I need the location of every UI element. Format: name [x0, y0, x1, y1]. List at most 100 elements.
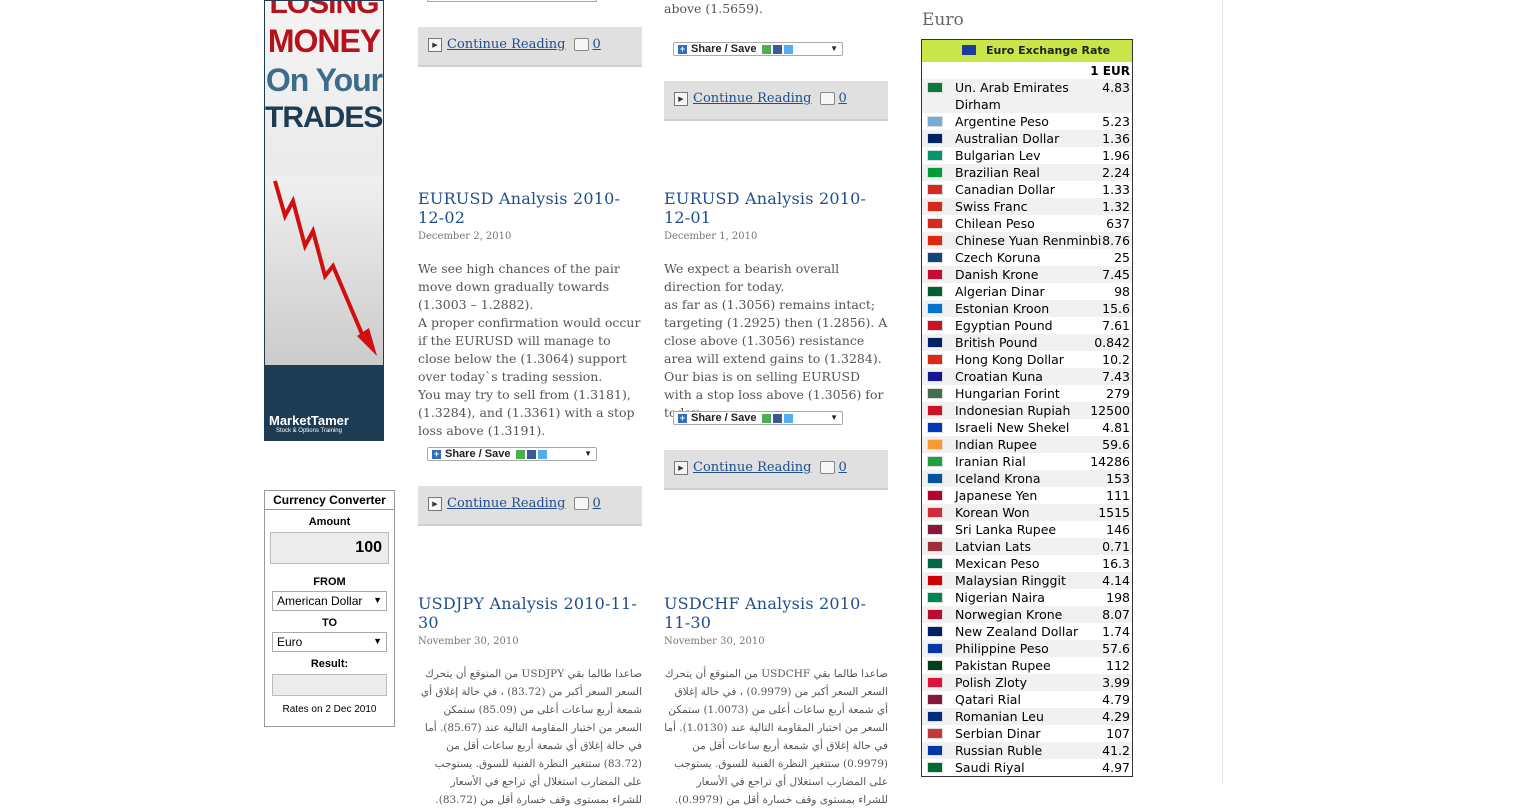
rate-value: 7.61	[1102, 318, 1130, 333]
flag-icon	[927, 371, 943, 382]
post-title[interactable]: USDCHF Analysis 2010-11-30	[664, 594, 888, 632]
post-tail-text: above (1.5659).	[664, 1, 763, 16]
flag-icon	[927, 728, 943, 739]
rate-currency: Argentine Peso	[927, 113, 1049, 130]
flag-icon	[927, 388, 943, 399]
rate-value: 4.97	[1102, 760, 1130, 775]
post-title[interactable]: EURUSD Analysis 2010-12-01	[664, 189, 888, 227]
rate-currency: British Pound	[927, 334, 1038, 351]
share-bar-top-left[interactable]	[427, 0, 597, 2]
post-date: November 30, 2010	[418, 636, 519, 647]
rate-currency-name: Polish Zloty	[955, 675, 1028, 690]
comment-icon[interactable]	[573, 38, 589, 51]
rate-currency-name: Hungarian Forint	[955, 386, 1060, 401]
post-body-arabic: صاعدا طالما بقي USDJPY من المتوقع أن يتح…	[420, 668, 642, 806]
flag-icon	[927, 252, 943, 263]
rate-row: Malaysian Ringgit 4.14	[922, 572, 1132, 589]
plus-icon: +	[432, 448, 441, 459]
flag-icon	[927, 405, 943, 416]
play-icon: ▶	[428, 496, 442, 511]
rate-currency: Qatari Rial	[927, 691, 1021, 708]
rate-value: 0.71	[1102, 539, 1130, 554]
flag-icon	[927, 745, 943, 756]
flag-icon	[927, 609, 943, 620]
ad-line4-mark: ?	[382, 101, 383, 134]
post-usdchf-2010-11-30: USDCHF Analysis 2010-11-30 November 30, …	[664, 594, 888, 809]
post-paragraph: We expect a bearish overall direction fo…	[664, 261, 840, 294]
share-save-button[interactable]: + Share / Save ▼	[673, 411, 843, 425]
continue-reading-link[interactable]: Continue Reading	[693, 460, 812, 475]
continue-reading-link[interactable]: Continue Reading	[447, 496, 566, 511]
currency-converter: Currency Converter Amount 100 FROM Ameri…	[264, 490, 395, 727]
rate-value: 1.36	[1102, 131, 1130, 146]
rate-currency: Saudi Riyal	[927, 759, 1025, 776]
comment-count[interactable]: 0	[593, 496, 601, 511]
rate-currency-name: Estonian Kroon	[955, 301, 1050, 316]
rate-value: 4.79	[1102, 692, 1130, 707]
flag-icon	[927, 592, 943, 603]
to-select-value: Euro	[277, 635, 303, 649]
amount-input[interactable]: 100	[270, 532, 389, 564]
flag-icon	[927, 82, 943, 93]
rate-currency: Indian Rupee	[927, 436, 1037, 453]
continue-reading-link[interactable]: Continue Reading	[693, 91, 812, 106]
rate-row: Croatian Kuna 7.43	[922, 368, 1132, 385]
rate-value: 637	[1106, 216, 1130, 231]
rate-currency-name: Argentine Peso	[955, 114, 1049, 129]
continue-reading-link[interactable]: Continue Reading	[447, 37, 566, 52]
rate-currency: Latvian Lats	[927, 538, 1031, 555]
share-icon	[515, 449, 525, 459]
comment-icon[interactable]	[819, 92, 835, 105]
post-title[interactable]: USDJPY Analysis 2010-11-30	[418, 594, 642, 632]
comment-count[interactable]: 0	[839, 91, 847, 106]
from-select-value: American Dollar	[277, 594, 363, 608]
plus-icon: +	[678, 43, 687, 54]
rate-currency: Hungarian Forint	[927, 385, 1060, 402]
result-field[interactable]	[272, 674, 387, 696]
flag-icon	[927, 575, 943, 586]
rate-currency-name: Danish Krone	[955, 267, 1039, 282]
rate-currency-name: Brazilian Real	[955, 165, 1040, 180]
rate-currency-name: Australian Dollar	[955, 131, 1060, 146]
continue-bar: ▶ Continue Reading 0	[418, 486, 642, 526]
rate-currency: Polish Zloty	[927, 674, 1027, 691]
amount-label: Amount	[308, 516, 351, 528]
comment-icon[interactable]	[573, 497, 589, 510]
post-title[interactable]: EURUSD Analysis 2010-12-02	[418, 189, 642, 227]
flag-icon	[927, 116, 943, 127]
ad-banner[interactable]: LOSING MONEY On Your TRADES? MarketTamer…	[264, 0, 384, 441]
rate-currency-name: New Zealand Dollar	[955, 624, 1079, 639]
rate-currency-name: Japanese Yen	[955, 488, 1038, 503]
rate-currency-name: Chinese Yuan Renminbi	[955, 233, 1102, 248]
rate-currency-name: Sri Lanka Rupee	[955, 522, 1057, 537]
rate-currency-name: Algerian Dinar	[955, 284, 1045, 299]
rate-value: 2.24	[1102, 165, 1130, 180]
rate-currency: Malaysian Ringgit	[927, 572, 1066, 589]
rate-currency: Danish Krone	[927, 266, 1038, 283]
rate-currency-name: Indonesian Rupiah	[955, 403, 1071, 418]
rate-value: 7.43	[1102, 369, 1130, 384]
flag-icon	[927, 660, 943, 671]
rate-value: 41.2	[1102, 743, 1130, 758]
rate-currency: Pakistan Rupee	[927, 657, 1051, 674]
rate-value: 4.14	[1102, 573, 1130, 588]
share-save-button[interactable]: + Share / Save ▼	[427, 447, 597, 461]
rate-currency-name: Latvian Lats	[955, 539, 1031, 554]
rate-value: 153	[1106, 471, 1130, 486]
rate-row: Serbian Dinar 107	[922, 725, 1132, 742]
flag-icon	[927, 286, 943, 297]
ad-arrow-graphic	[273, 180, 377, 356]
ad-line3: On Your	[265, 62, 383, 98]
comment-icon[interactable]	[819, 461, 835, 474]
share-save-button[interactable]: + Share / Save ▼	[673, 42, 843, 56]
rate-currency-name: Czech Koruna	[955, 250, 1041, 265]
rate-row: Algerian Dinar 98	[922, 283, 1132, 300]
to-select[interactable]: Euro ▼	[272, 632, 387, 652]
rate-value: 111	[1106, 488, 1130, 503]
from-select[interactable]: American Dollar ▼	[272, 591, 387, 611]
comment-count[interactable]: 0	[593, 37, 601, 52]
rate-value: 1.74	[1102, 624, 1130, 639]
comment-count[interactable]: 0	[839, 460, 847, 475]
chevron-down-icon: ▼	[373, 595, 382, 605]
play-icon: ▶	[674, 460, 688, 475]
